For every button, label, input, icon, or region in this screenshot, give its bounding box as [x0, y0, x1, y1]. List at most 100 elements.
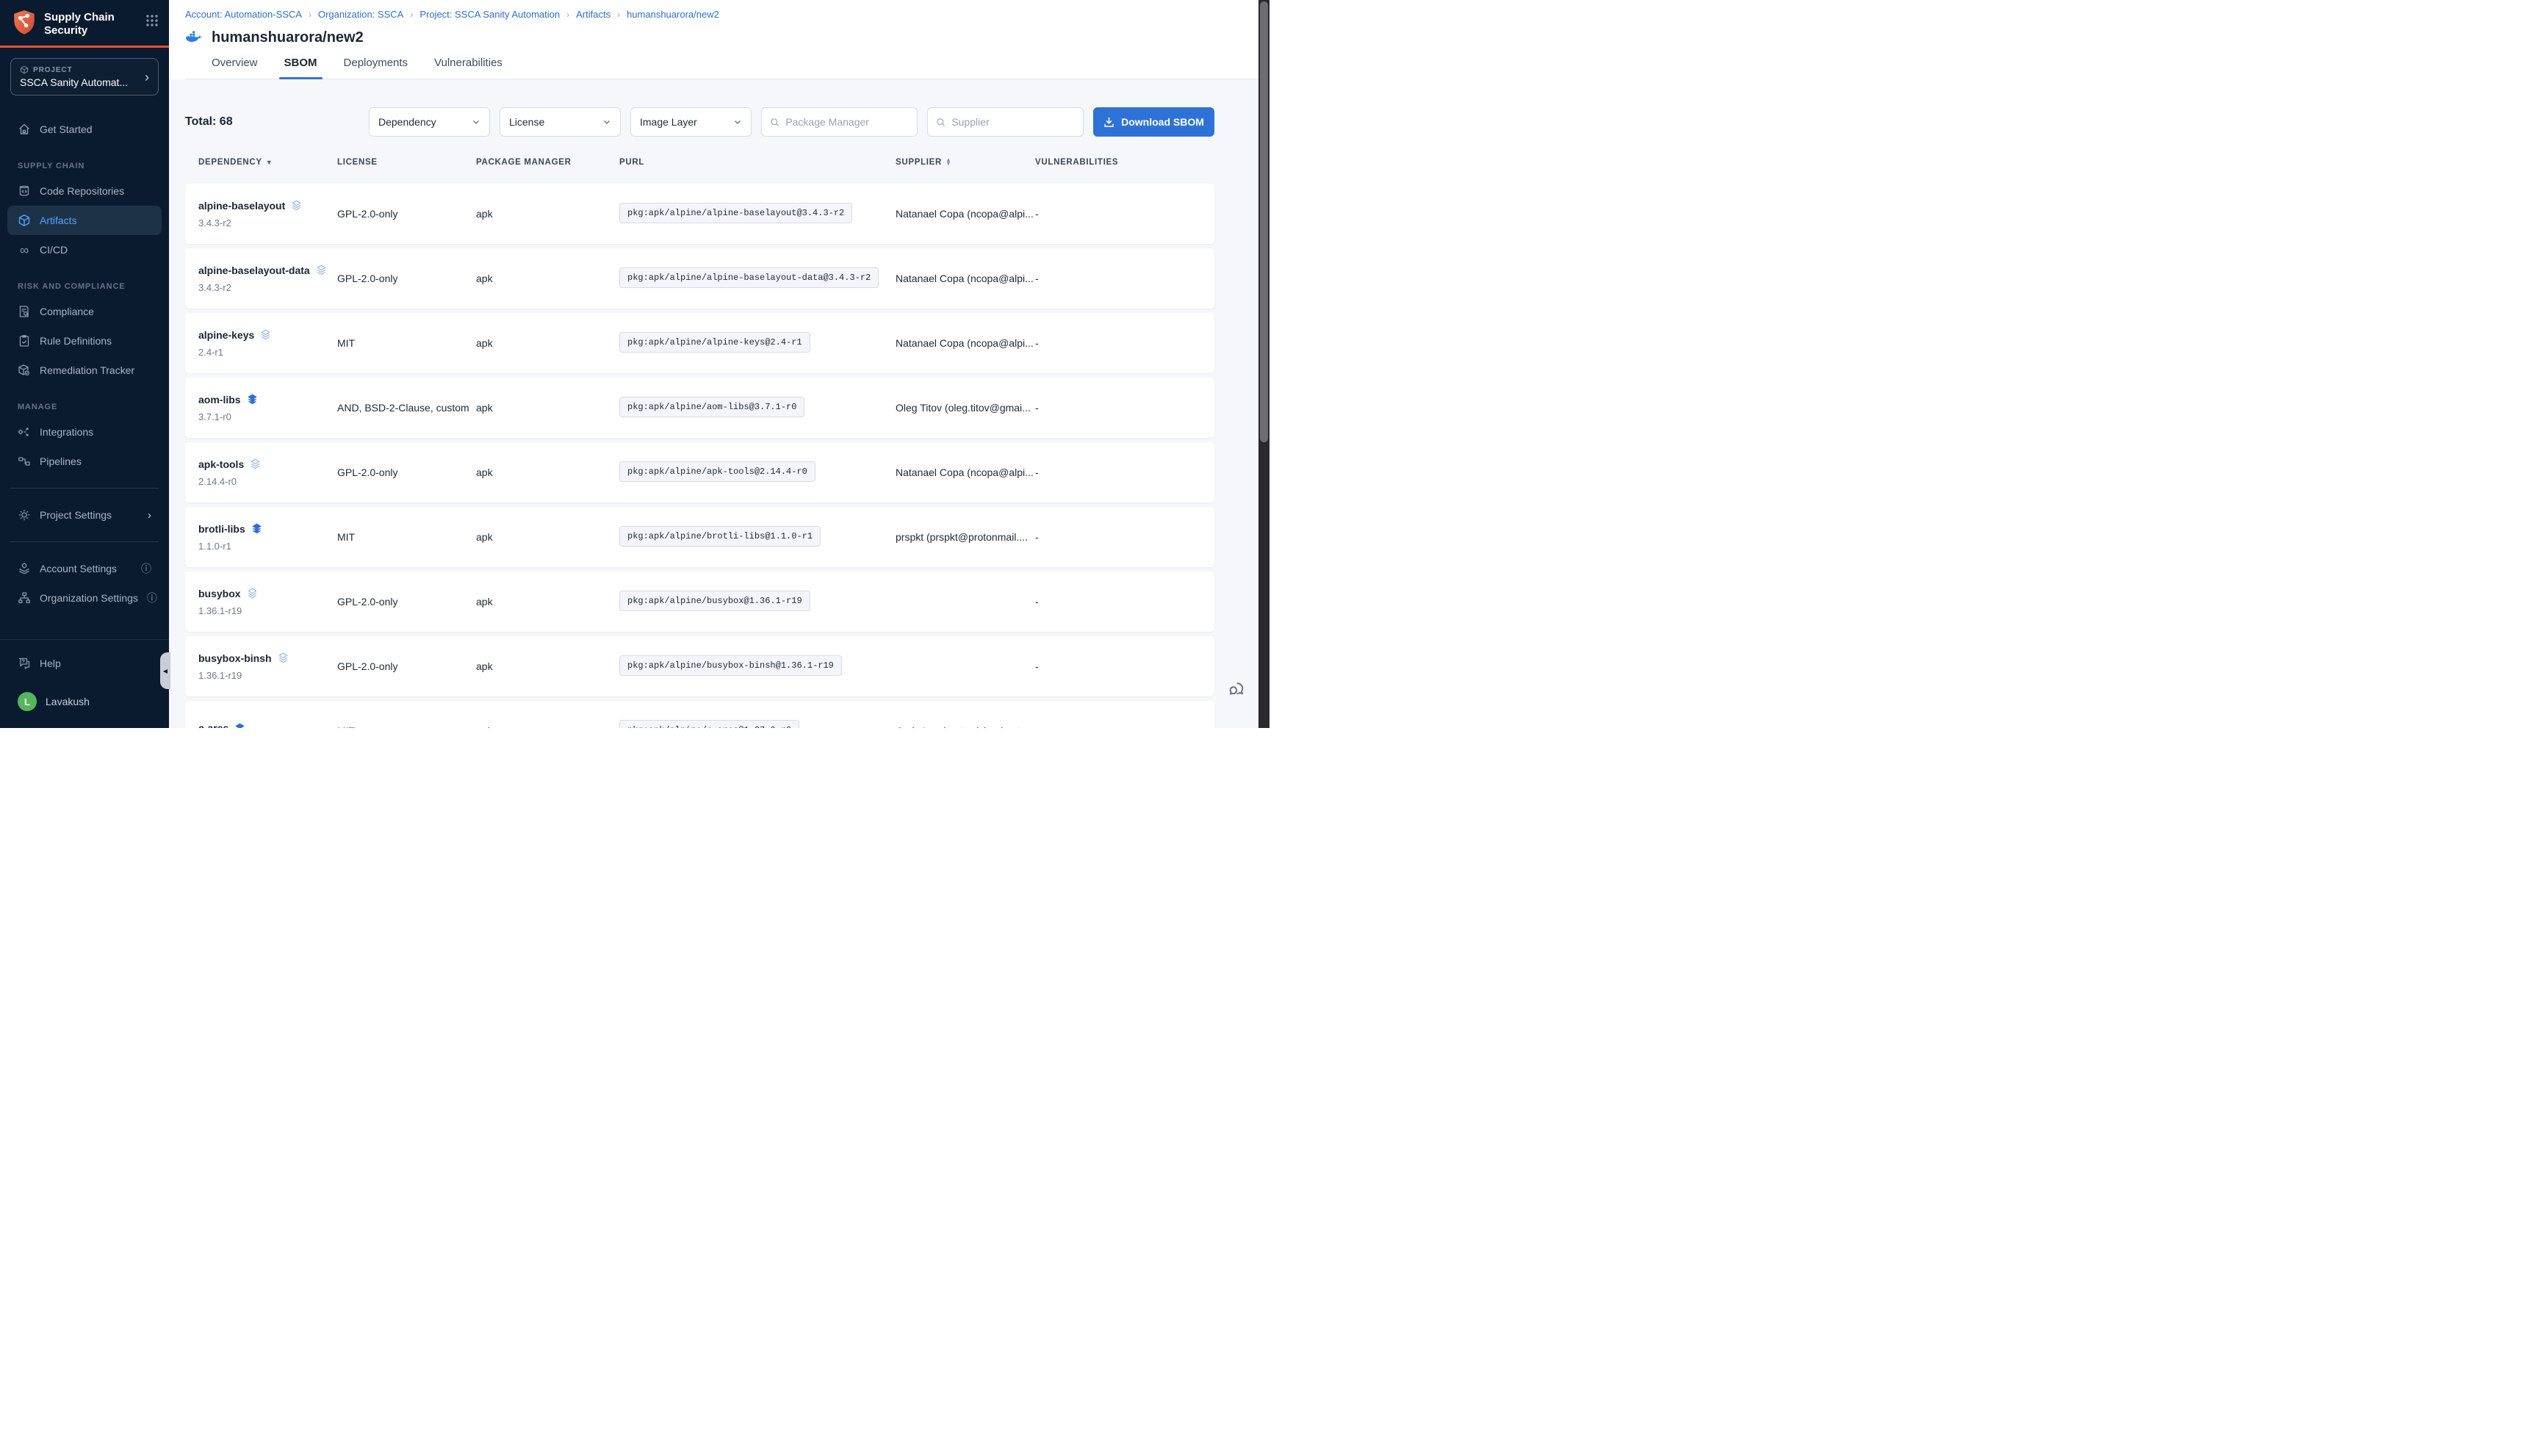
chat-feedback-icon[interactable]: [1228, 680, 1249, 700]
package-manager-cell: apk: [476, 660, 619, 672]
layers-icon: [247, 588, 258, 599]
chevron-down-icon: [472, 118, 480, 126]
supplier-search-input[interactable]: [951, 116, 1075, 128]
total-count: Total: 68: [185, 115, 233, 129]
table-row[interactable]: busybox-binsh 1.36.1-r19 GPL-2.0-only ap…: [185, 636, 1214, 696]
sidebar-item-account-settings[interactable]: Account Settings ⓘ: [0, 554, 169, 583]
table-row[interactable]: alpine-baselayout-data 3.4.3-r2 GPL-2.0-…: [185, 248, 1214, 309]
sidebar-item-remediation-tracker[interactable]: Remediation Tracker: [0, 356, 169, 385]
layers-icon: [247, 394, 258, 405]
sidebar-item-help[interactable]: Help: [0, 649, 169, 678]
tab-overview[interactable]: Overview: [212, 57, 258, 79]
page-header: Account: Automation-SSCA › Organization:…: [169, 0, 1258, 79]
column-header-package-manager: PACKAGE MANAGER: [476, 158, 619, 167]
purl-value[interactable]: pkg:apk/alpine/alpine-keys@2.4-r1: [619, 332, 810, 353]
tab-deployments[interactable]: Deployments: [344, 57, 408, 79]
purl-value[interactable]: pkg:apk/alpine/aom-libs@3.7.1-r0: [619, 397, 804, 417]
app-grid-icon[interactable]: [145, 14, 159, 27]
column-header-dependency[interactable]: DEPENDENCY ▼: [198, 158, 337, 167]
table-row[interactable]: brotli-libs 1.1.0-r1 MIT apk pkg:apk/alp…: [185, 507, 1214, 567]
purl-value[interactable]: pkg:apk/alpine/brotli-libs@1.1.0-r1: [619, 526, 821, 547]
table-row[interactable]: alpine-keys 2.4-r1 MIT apk pkg:apk/alpin…: [185, 313, 1214, 373]
dependency-version: 1.36.1-r19: [198, 605, 337, 616]
tab-vulnerabilities[interactable]: Vulnerabilities: [434, 57, 503, 79]
sort-desc-icon: ▼: [266, 159, 273, 166]
table-row[interactable]: apk-tools 2.14.4-r0 GPL-2.0-only apk pkg…: [185, 442, 1214, 502]
layers-icon: [316, 264, 327, 275]
sidebar: Supply Chain Security PROJECT: [0, 0, 169, 728]
purl-value[interactable]: pkg:apk/alpine/apk-tools@2.14.4-r0: [619, 461, 815, 482]
license-filter-select[interactable]: License: [500, 107, 621, 137]
purl-value[interactable]: pkg:apk/alpine/alpine-baselayout@3.4.3-r…: [619, 203, 852, 223]
account-settings-icon: [18, 562, 31, 575]
supplier-cell: Natanael Copa (ncopa@alpi...: [896, 337, 1035, 349]
sidebar-item-organization-settings[interactable]: Organization Settings ⓘ: [0, 583, 169, 613]
select-value: Image Layer: [640, 116, 697, 128]
package-manager-search-input[interactable]: [785, 116, 909, 128]
breadcrumb-account[interactable]: Account: Automation-SSCA: [185, 9, 302, 20]
layers-icon: [250, 458, 261, 469]
sidebar-item-get-started[interactable]: Get Started: [0, 115, 169, 144]
info-icon: ⓘ: [147, 591, 157, 605]
download-sbom-button[interactable]: Download SBOM: [1093, 107, 1214, 137]
column-header-license: LICENSE: [337, 158, 476, 167]
sidebar-item-integrations[interactable]: Integrations: [0, 417, 169, 447]
sidebar-item-label: Organization Settings: [40, 592, 138, 604]
sidebar-item-pipelines[interactable]: Pipelines: [0, 447, 169, 476]
purl-value[interactable]: pkg:apk/alpine/c-ares@1.27.0-r0: [619, 720, 799, 729]
vulnerabilities-cell: -: [1035, 660, 1214, 672]
package-manager-search: [761, 107, 918, 137]
purl-value[interactable]: pkg:apk/alpine/alpine-baselayout-data@3.…: [619, 267, 879, 288]
table-row[interactable]: alpine-baselayout 3.4.3-r2 GPL-2.0-only …: [185, 184, 1214, 244]
breadcrumb-artifacts[interactable]: Artifacts: [576, 9, 611, 20]
user-name: Lavakush: [46, 696, 90, 707]
sidebar-item-code-repositories[interactable]: Code Repositories: [0, 176, 169, 206]
info-icon: ⓘ: [141, 561, 151, 576]
dependency-version: 2.4-r1: [198, 347, 337, 358]
column-header-purl: PURL: [619, 158, 896, 167]
column-header-supplier[interactable]: SUPPLIER ▲▼: [896, 158, 1035, 167]
document-search-icon: [18, 305, 31, 318]
table-row[interactable]: aom-libs 3.7.1-r0 AND, BSD-2-Clause, cus…: [185, 378, 1214, 438]
sidebar-item-project-settings[interactable]: Project Settings ›: [0, 500, 169, 530]
image-layer-filter-select[interactable]: Image Layer: [630, 107, 752, 137]
sidebar-item-label: Remediation Tracker: [40, 364, 134, 376]
table-row[interactable]: busybox 1.36.1-r19 GPL-2.0-only apk pkg:…: [185, 572, 1214, 632]
license-cell: MIT: [337, 337, 476, 349]
page-scrollbar[interactable]: [1258, 0, 1270, 728]
breadcrumb-current[interactable]: humanshuarora/new2: [627, 9, 719, 20]
vulnerabilities-cell: -: [1035, 273, 1214, 284]
avatar: L: [18, 692, 37, 711]
package-manager-cell: apk: [476, 596, 619, 608]
code-repo-icon: [18, 184, 31, 198]
dependency-name: alpine-baselayout-data: [198, 264, 310, 276]
tab-sbom[interactable]: SBOM: [284, 57, 317, 79]
sidebar-item-user[interactable]: L Lavakush: [0, 687, 169, 716]
scrollbar-thumb[interactable]: [1260, 1, 1268, 442]
breadcrumb-organization[interactable]: Organization: SSCA: [318, 9, 403, 20]
sidebar-collapse-handle[interactable]: ◀: [160, 652, 170, 689]
sidebar-item-artifacts[interactable]: Artifacts: [7, 206, 162, 235]
sbom-table-body: alpine-baselayout 3.4.3-r2 GPL-2.0-only …: [185, 184, 1214, 728]
chevron-right-icon: ›: [148, 510, 151, 521]
project-selector[interactable]: PROJECT SSCA Sanity Automat... ›: [10, 58, 159, 95]
sidebar-item-label: Artifacts: [40, 215, 77, 226]
chevron-right-icon: ›: [309, 10, 311, 20]
layers-icon: [260, 329, 271, 340]
sidebar-item-rule-definitions[interactable]: Rule Definitions: [0, 326, 169, 356]
sidebar-item-compliance[interactable]: Compliance: [0, 297, 169, 326]
supplier-cell: prspkt (prspkt@protonmail....: [896, 531, 1035, 543]
purl-value[interactable]: pkg:apk/alpine/busybox-binsh@1.36.1-r19: [619, 655, 842, 676]
purl-value[interactable]: pkg:apk/alpine/busybox@1.36.1-r19: [619, 591, 810, 611]
dependency-filter-select[interactable]: Dependency: [369, 107, 490, 137]
sidebar-item-cicd[interactable]: ∞ CI/CD: [0, 235, 169, 264]
table-row[interactable]: c-ares MIT apk pkg:apk/alpine/c-ares@1.2…: [185, 701, 1214, 728]
breadcrumb-project[interactable]: Project: SSCA Sanity Automation: [419, 9, 560, 20]
sidebar-divider: [10, 488, 159, 489]
home-icon: [18, 123, 31, 136]
supplier-cell: Natanael Copa (ncopa@alpi...: [896, 273, 1035, 284]
project-cube-icon: [20, 65, 29, 74]
dependency-name: busybox-binsh: [198, 652, 272, 664]
license-cell: GPL-2.0-only: [337, 660, 476, 672]
clipboard-check-icon: [18, 334, 31, 347]
